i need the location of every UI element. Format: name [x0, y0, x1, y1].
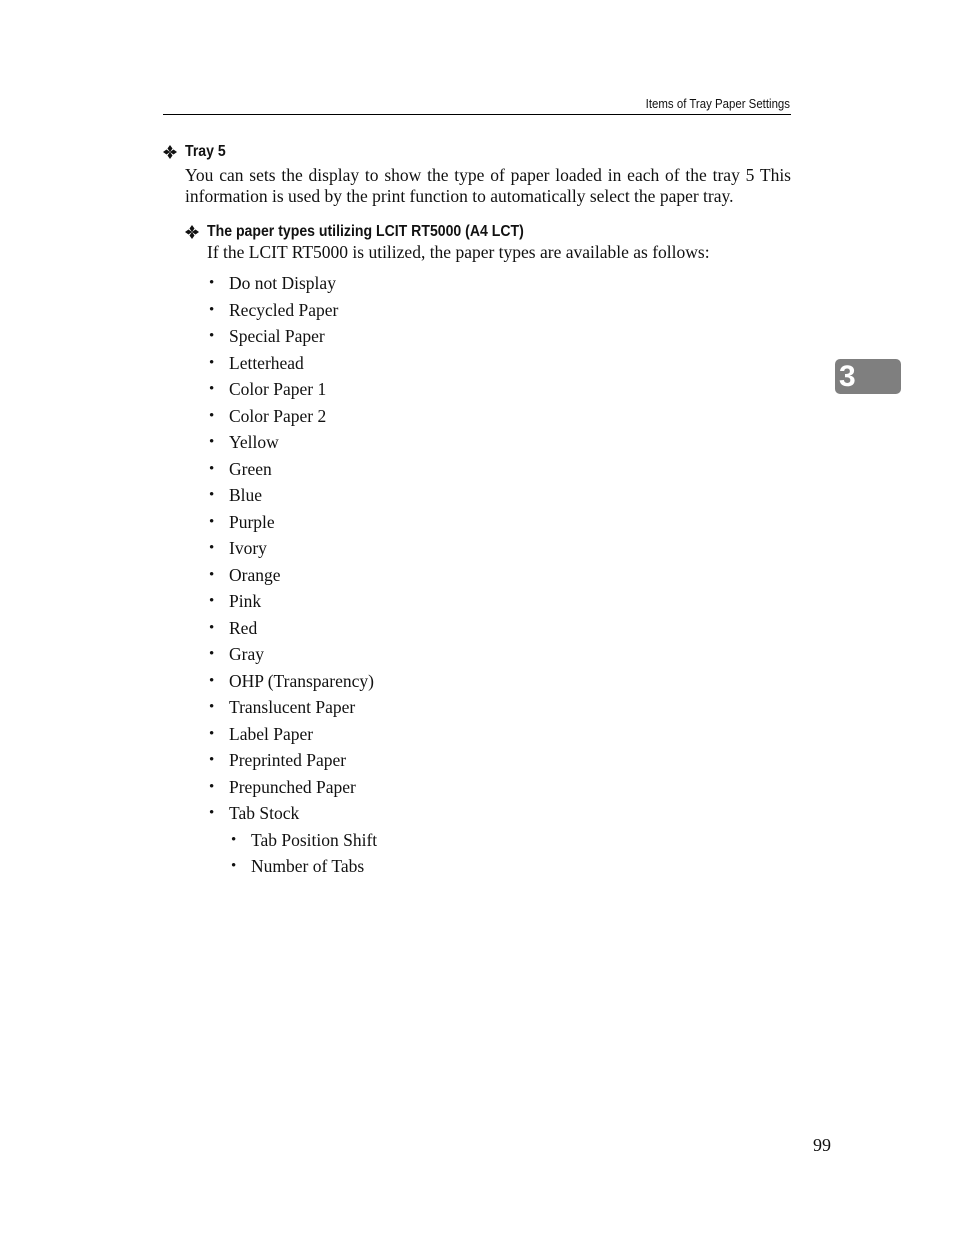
list-item: OHP (Transparency) [207, 668, 791, 695]
list-item: Ivory [207, 535, 791, 562]
list-item: Pink [207, 588, 791, 615]
diamond-bullet-icon [185, 225, 199, 239]
list-item: Label Paper [207, 721, 791, 748]
list-item: Recycled Paper [207, 297, 791, 324]
list-item: Special Paper [207, 323, 791, 350]
section-tray-5: Tray 5 You can sets the display to show … [163, 143, 791, 880]
list-item: Translucent Paper [207, 694, 791, 721]
running-head: Items of Tray Paper Settings [645, 96, 790, 111]
chapter-number: 3 [839, 360, 856, 393]
subsection-heading-text: The paper types utilizing LCIT RT5000 (A… [207, 223, 524, 240]
list-item: Red [207, 615, 791, 642]
subsection-heading: The paper types utilizing LCIT RT5000 (A… [185, 223, 791, 241]
paper-type-list: Do not Display Recycled Paper Special Pa… [207, 270, 791, 827]
list-item: Green [207, 456, 791, 483]
subsection-paragraph: If the LCIT RT5000 is utilized, the pape… [207, 242, 710, 262]
section-paragraph: You can sets the display to show the typ… [185, 165, 791, 206]
page-number: 99 [813, 1135, 831, 1155]
list-item: Prepunched Paper [207, 774, 791, 801]
tab-stock-sublist: Tab Position Shift Number of Tabs [229, 827, 791, 880]
list-item: Purple [207, 509, 791, 536]
list-item: Do not Display [207, 270, 791, 297]
sublist-item: Tab Position Shift [229, 827, 791, 854]
list-item: Tab Stock [207, 800, 791, 827]
list-item: Letterhead [207, 350, 791, 377]
list-item: Yellow [207, 429, 791, 456]
header-rule [163, 114, 791, 115]
list-item: Gray [207, 641, 791, 668]
list-item: Preprinted Paper [207, 747, 791, 774]
sublist-item: Number of Tabs [229, 853, 791, 880]
list-item: Blue [207, 482, 791, 509]
list-item: Color Paper 2 [207, 403, 791, 430]
chapter-thumb-tab: 3 [835, 359, 901, 394]
section-heading-text: Tray 5 [185, 143, 226, 160]
section-heading: Tray 5 [163, 143, 791, 161]
diamond-bullet-icon [163, 145, 177, 159]
list-item: Orange [207, 562, 791, 589]
list-item: Color Paper 1 [207, 376, 791, 403]
